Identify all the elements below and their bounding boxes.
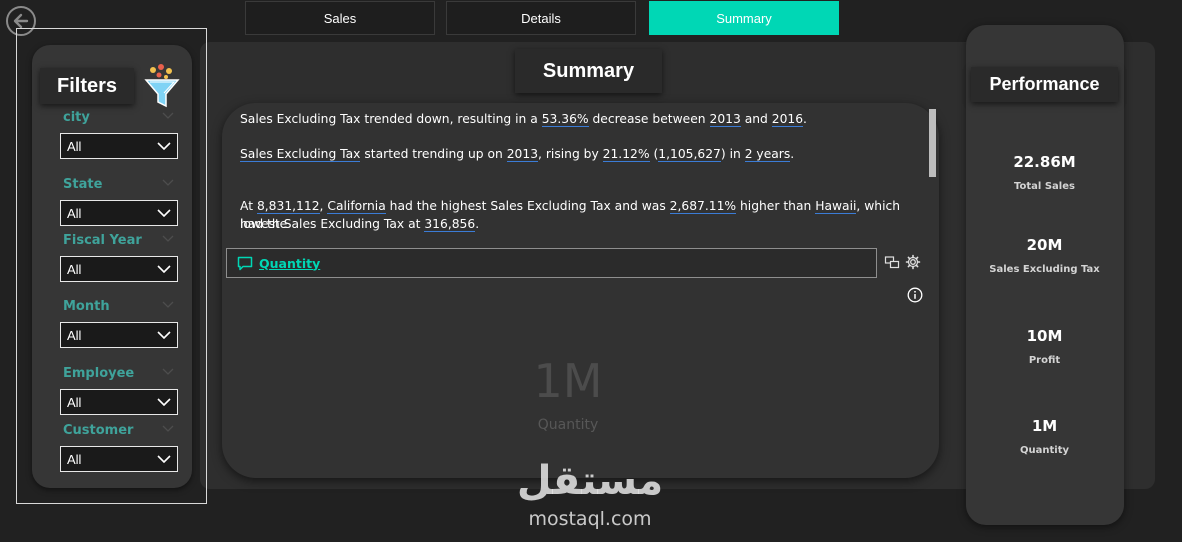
narrative-text: ( [649, 147, 659, 161]
narrative-value: 2,687.11% [669, 199, 737, 214]
tab-sales[interactable]: Sales [245, 1, 435, 35]
chevron-down-icon [157, 398, 171, 406]
narrative-text: . [475, 217, 480, 231]
slicer-dropdown-employee[interactable]: All [60, 389, 178, 415]
slicer-label-employee: Employee [63, 366, 135, 381]
narrative-value: 2013 [709, 112, 741, 127]
chevron-down-icon[interactable] [162, 425, 174, 433]
kpi-total-sales-label: Total Sales [1014, 181, 1075, 192]
narrative-text: had the highest Sales Excluding Tax and … [385, 199, 670, 213]
filters-title: Filters [40, 68, 134, 104]
narrative-text: At [240, 199, 257, 213]
scrollbar[interactable] [929, 109, 936, 177]
slicer-value: All [67, 327, 82, 343]
slicer-label-fiscal-year: Fiscal Year [63, 233, 142, 248]
funnel-icon [144, 64, 180, 108]
quantity-card-value: 1M [533, 354, 603, 408]
convert-visual-icon[interactable] [884, 254, 900, 270]
narrative-line: Sales Excluding Tax started trending up … [240, 145, 920, 163]
narrative-value: 53.36% [541, 112, 589, 127]
slicer-value: All [67, 138, 82, 154]
narrative-value: 2 years [744, 147, 791, 162]
qa-text: Quantity [259, 255, 321, 271]
narrative-value: 1,105,627 [658, 147, 721, 162]
narrative-value: California [327, 199, 386, 214]
chevron-down-icon [157, 265, 171, 273]
qa-input[interactable]: Quantity [226, 248, 877, 278]
info-icon[interactable] [907, 287, 923, 303]
kpi-quantity-value: 1M [1031, 417, 1058, 435]
chevron-down-icon[interactable] [162, 368, 174, 376]
narrative-line: lowest Sales Excluding Tax at 316,856. [240, 215, 920, 233]
narrative-text: . [803, 112, 807, 126]
kpi-profit-label: Profit [1028, 355, 1061, 366]
slicer-label-state: State [63, 177, 103, 192]
narrative-text: started trending up on [360, 147, 507, 161]
narrative-text: , rising by [538, 147, 603, 161]
quantity-card-label: Quantity [537, 417, 599, 433]
tab-summary[interactable]: Summary [649, 1, 839, 35]
slicer-value: All [67, 261, 82, 277]
kpi-sales-excluding-tax-value: 20M [1026, 236, 1063, 254]
slicer-dropdown-month[interactable]: All [60, 322, 178, 348]
chevron-down-icon [157, 142, 171, 150]
summary-title: Summary [515, 49, 662, 93]
narrative-value: 8,831,112 [256, 199, 320, 214]
kpi-profit-value: 10M [1026, 327, 1063, 345]
watermark-url: mostaql.com [528, 508, 652, 530]
narrative-value: 2016 [771, 112, 804, 127]
slicer-label-city: city [63, 110, 90, 125]
chevron-down-icon[interactable] [162, 235, 174, 243]
slicer-value: All [67, 451, 82, 467]
kpi-total-sales-value: 22.86M [1013, 153, 1076, 171]
slicer-dropdown-state[interactable]: All [60, 200, 178, 226]
slicer-dropdown-customer[interactable]: All [60, 446, 178, 472]
narrative-value: 21.12% [602, 147, 650, 162]
narrative-line: Sales Excluding Tax trended down, result… [240, 110, 920, 128]
slicer-value: All [67, 205, 82, 221]
chevron-down-icon [157, 331, 171, 339]
chevron-down-icon[interactable] [162, 179, 174, 187]
narrative-text: and [740, 112, 772, 126]
chevron-down-icon[interactable] [162, 112, 174, 120]
narrative-text: lowest Sales Excluding Tax at [240, 217, 425, 231]
watermark-logo: مستقل [516, 458, 664, 504]
slicer-dropdown-fiscal-year[interactable]: All [60, 256, 178, 282]
chat-bubble-icon [237, 256, 253, 270]
chevron-down-icon [157, 455, 171, 463]
tab-details[interactable]: Details [446, 1, 636, 35]
slicer-value: All [67, 394, 82, 410]
narrative-text: . [790, 147, 795, 161]
slicer-label-month: Month [63, 299, 110, 314]
narrative-text: ) in [720, 147, 745, 161]
narrative-text: higher than [736, 199, 816, 213]
narrative-value: 2013 [506, 147, 539, 162]
narrative-value: Sales Excluding Tax [240, 147, 361, 162]
chevron-down-icon [157, 209, 171, 217]
slicer-label-customer: Customer [63, 423, 134, 438]
kpi-quantity-label: Quantity [1020, 445, 1069, 456]
gear-icon[interactable] [905, 254, 921, 270]
kpi-sales-excluding-tax-label: Sales Excluding Tax [989, 264, 1100, 275]
slicer-dropdown-city[interactable]: All [60, 133, 178, 159]
chevron-down-icon[interactable] [162, 301, 174, 309]
narrative-text: decrease between [588, 112, 710, 126]
narrative-value: 316,856 [424, 217, 476, 232]
narrative-text: Sales Excluding Tax trended down, result… [240, 112, 542, 126]
performance-title: Performance [971, 67, 1118, 102]
narrative-value: Hawaii [815, 199, 857, 214]
